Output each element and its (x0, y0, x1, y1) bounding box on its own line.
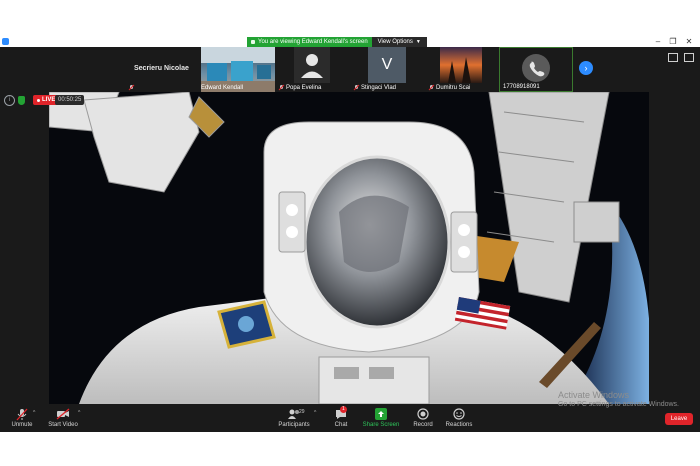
participants-icon-wrap: 29 (277, 407, 311, 421)
share-status-icon (251, 40, 255, 44)
participant-name: 17708918091 (503, 84, 540, 90)
user-silhouette-icon (301, 54, 323, 78)
participant-name: Edward Kendall (201, 85, 244, 91)
muted-mic-icon (354, 85, 359, 91)
start-video-button[interactable]: Start Video (46, 407, 80, 428)
live-dot-icon (37, 98, 40, 102)
share-screen-arrow-icon (375, 408, 387, 420)
muted-mic-icon (279, 85, 284, 91)
participant-tile-phone[interactable]: 17708918091 (499, 47, 573, 92)
smiley-icon (453, 408, 465, 420)
audio-options-chevron-icon[interactable]: ^ (33, 410, 35, 416)
muted-mic-icon (129, 85, 134, 91)
participants-button[interactable]: 29 Participants (277, 407, 311, 428)
share-icon-wrap (362, 407, 400, 421)
avatar (294, 47, 330, 83)
live-label: LIVE (42, 97, 56, 103)
record-label: Record (413, 422, 433, 428)
start-video-label: Start Video (48, 422, 78, 428)
share-status-text: You are viewing Edward Kendall's screen (258, 39, 368, 45)
participants-label: Participants (278, 422, 310, 428)
video-feed-sunset (440, 47, 482, 83)
restore-button[interactable]: ❐ (666, 37, 680, 47)
chat-button[interactable]: 1 Chat (331, 406, 351, 428)
watermark-title: Activate Windows (558, 390, 630, 400)
meeting-timer: 00:50:25 (55, 95, 85, 105)
unmute-button[interactable]: Unmute (10, 407, 34, 428)
zoom-app-icon (2, 38, 9, 45)
reactions-button[interactable]: Reactions (444, 407, 474, 428)
page-margin-bottom (0, 432, 700, 466)
view-options-button[interactable]: View Options ▼ (371, 37, 427, 47)
meeting-info-icon[interactable]: i (4, 95, 15, 106)
phone-icon (529, 61, 545, 77)
muted-microphone-icon (16, 408, 28, 420)
chat-unread-badge: 1 (340, 406, 347, 413)
zoom-window: Secrieru Nicolae Edward Kendall Popa Eve… (0, 47, 700, 432)
unmute-label: Unmute (11, 422, 33, 428)
view-options-label: View Options (377, 39, 413, 45)
participant-name: Dumitru Scai (436, 85, 471, 91)
leave-button[interactable]: Leave (665, 413, 693, 425)
screen-share-banner: You are viewing Edward Kendall's screen … (247, 37, 427, 47)
participant-name-row: Popa Evelina (279, 85, 321, 91)
active-speaker-tile[interactable]: Secrieru Nicolae (126, 47, 200, 92)
reactions-label: Reactions (445, 422, 473, 428)
record-button[interactable]: Record (410, 407, 436, 428)
participants-count: 29 (299, 409, 305, 415)
chat-label: Chat (334, 422, 348, 428)
reactions-icon-wrap (444, 407, 474, 421)
meeting-status-icons: i (4, 95, 25, 106)
fullscreen-icon[interactable] (684, 53, 694, 62)
participant-tile-stingaci[interactable]: V Stingaci Vlad (351, 47, 425, 92)
watermark-subtitle: Go to PC settings to activate Windows. (558, 401, 679, 408)
participant-tile-dumitru[interactable]: Dumitru Scai (426, 47, 500, 92)
video-off-icon (56, 408, 70, 420)
participant-tile-edward[interactable]: Edward Kendall (201, 47, 275, 92)
participant-tile-popa[interactable]: Popa Evelina (276, 47, 350, 92)
next-page-arrow-icon[interactable]: › (579, 61, 593, 75)
record-icon (417, 408, 429, 420)
video-icon-wrap (46, 407, 80, 421)
minimize-button[interactable]: – (651, 37, 665, 47)
share-screen-button[interactable]: Share Screen (362, 407, 400, 428)
chat-icon-wrap: 1 (331, 406, 351, 421)
view-layout-controls (668, 53, 694, 62)
encryption-shield-icon[interactable] (18, 96, 25, 105)
chevron-down-icon: ▼ (415, 39, 421, 45)
participant-name-row: 17708918091 (503, 84, 540, 90)
share-screen-label: Share Screen (362, 422, 400, 428)
speaker-view-icon[interactable] (668, 53, 678, 62)
active-speaker-name: Secrieru Nicolae (134, 65, 189, 72)
participant-name: Stingaci Vlad (361, 85, 397, 91)
activate-windows-watermark: Activate Windows Go to PC settings to ac… (558, 391, 679, 409)
participant-name-row: Dumitru Scai (429, 85, 470, 91)
video-options-chevron-icon[interactable]: ^ (78, 410, 80, 416)
participant-name-row: Edward Kendall (201, 85, 243, 91)
participants-options-chevron-icon[interactable]: ^ (314, 410, 316, 416)
participant-name-row: Stingaci Vlad (354, 85, 396, 91)
share-status-message: You are viewing Edward Kendall's screen (247, 37, 372, 47)
participant-name: Popa Evelina (286, 85, 322, 91)
unmute-icon-wrap (10, 407, 34, 421)
record-icon-wrap (410, 407, 436, 421)
initial-avatar: V (368, 47, 406, 83)
astronaut-selfie-image (49, 92, 649, 404)
muted-mic-icon (429, 85, 434, 91)
shared-screen-view (49, 92, 649, 404)
phone-avatar (522, 54, 550, 82)
close-button[interactable]: ✕ (682, 37, 696, 47)
participant-filmstrip: Secrieru Nicolae Edward Kendall Popa Eve… (0, 47, 700, 92)
